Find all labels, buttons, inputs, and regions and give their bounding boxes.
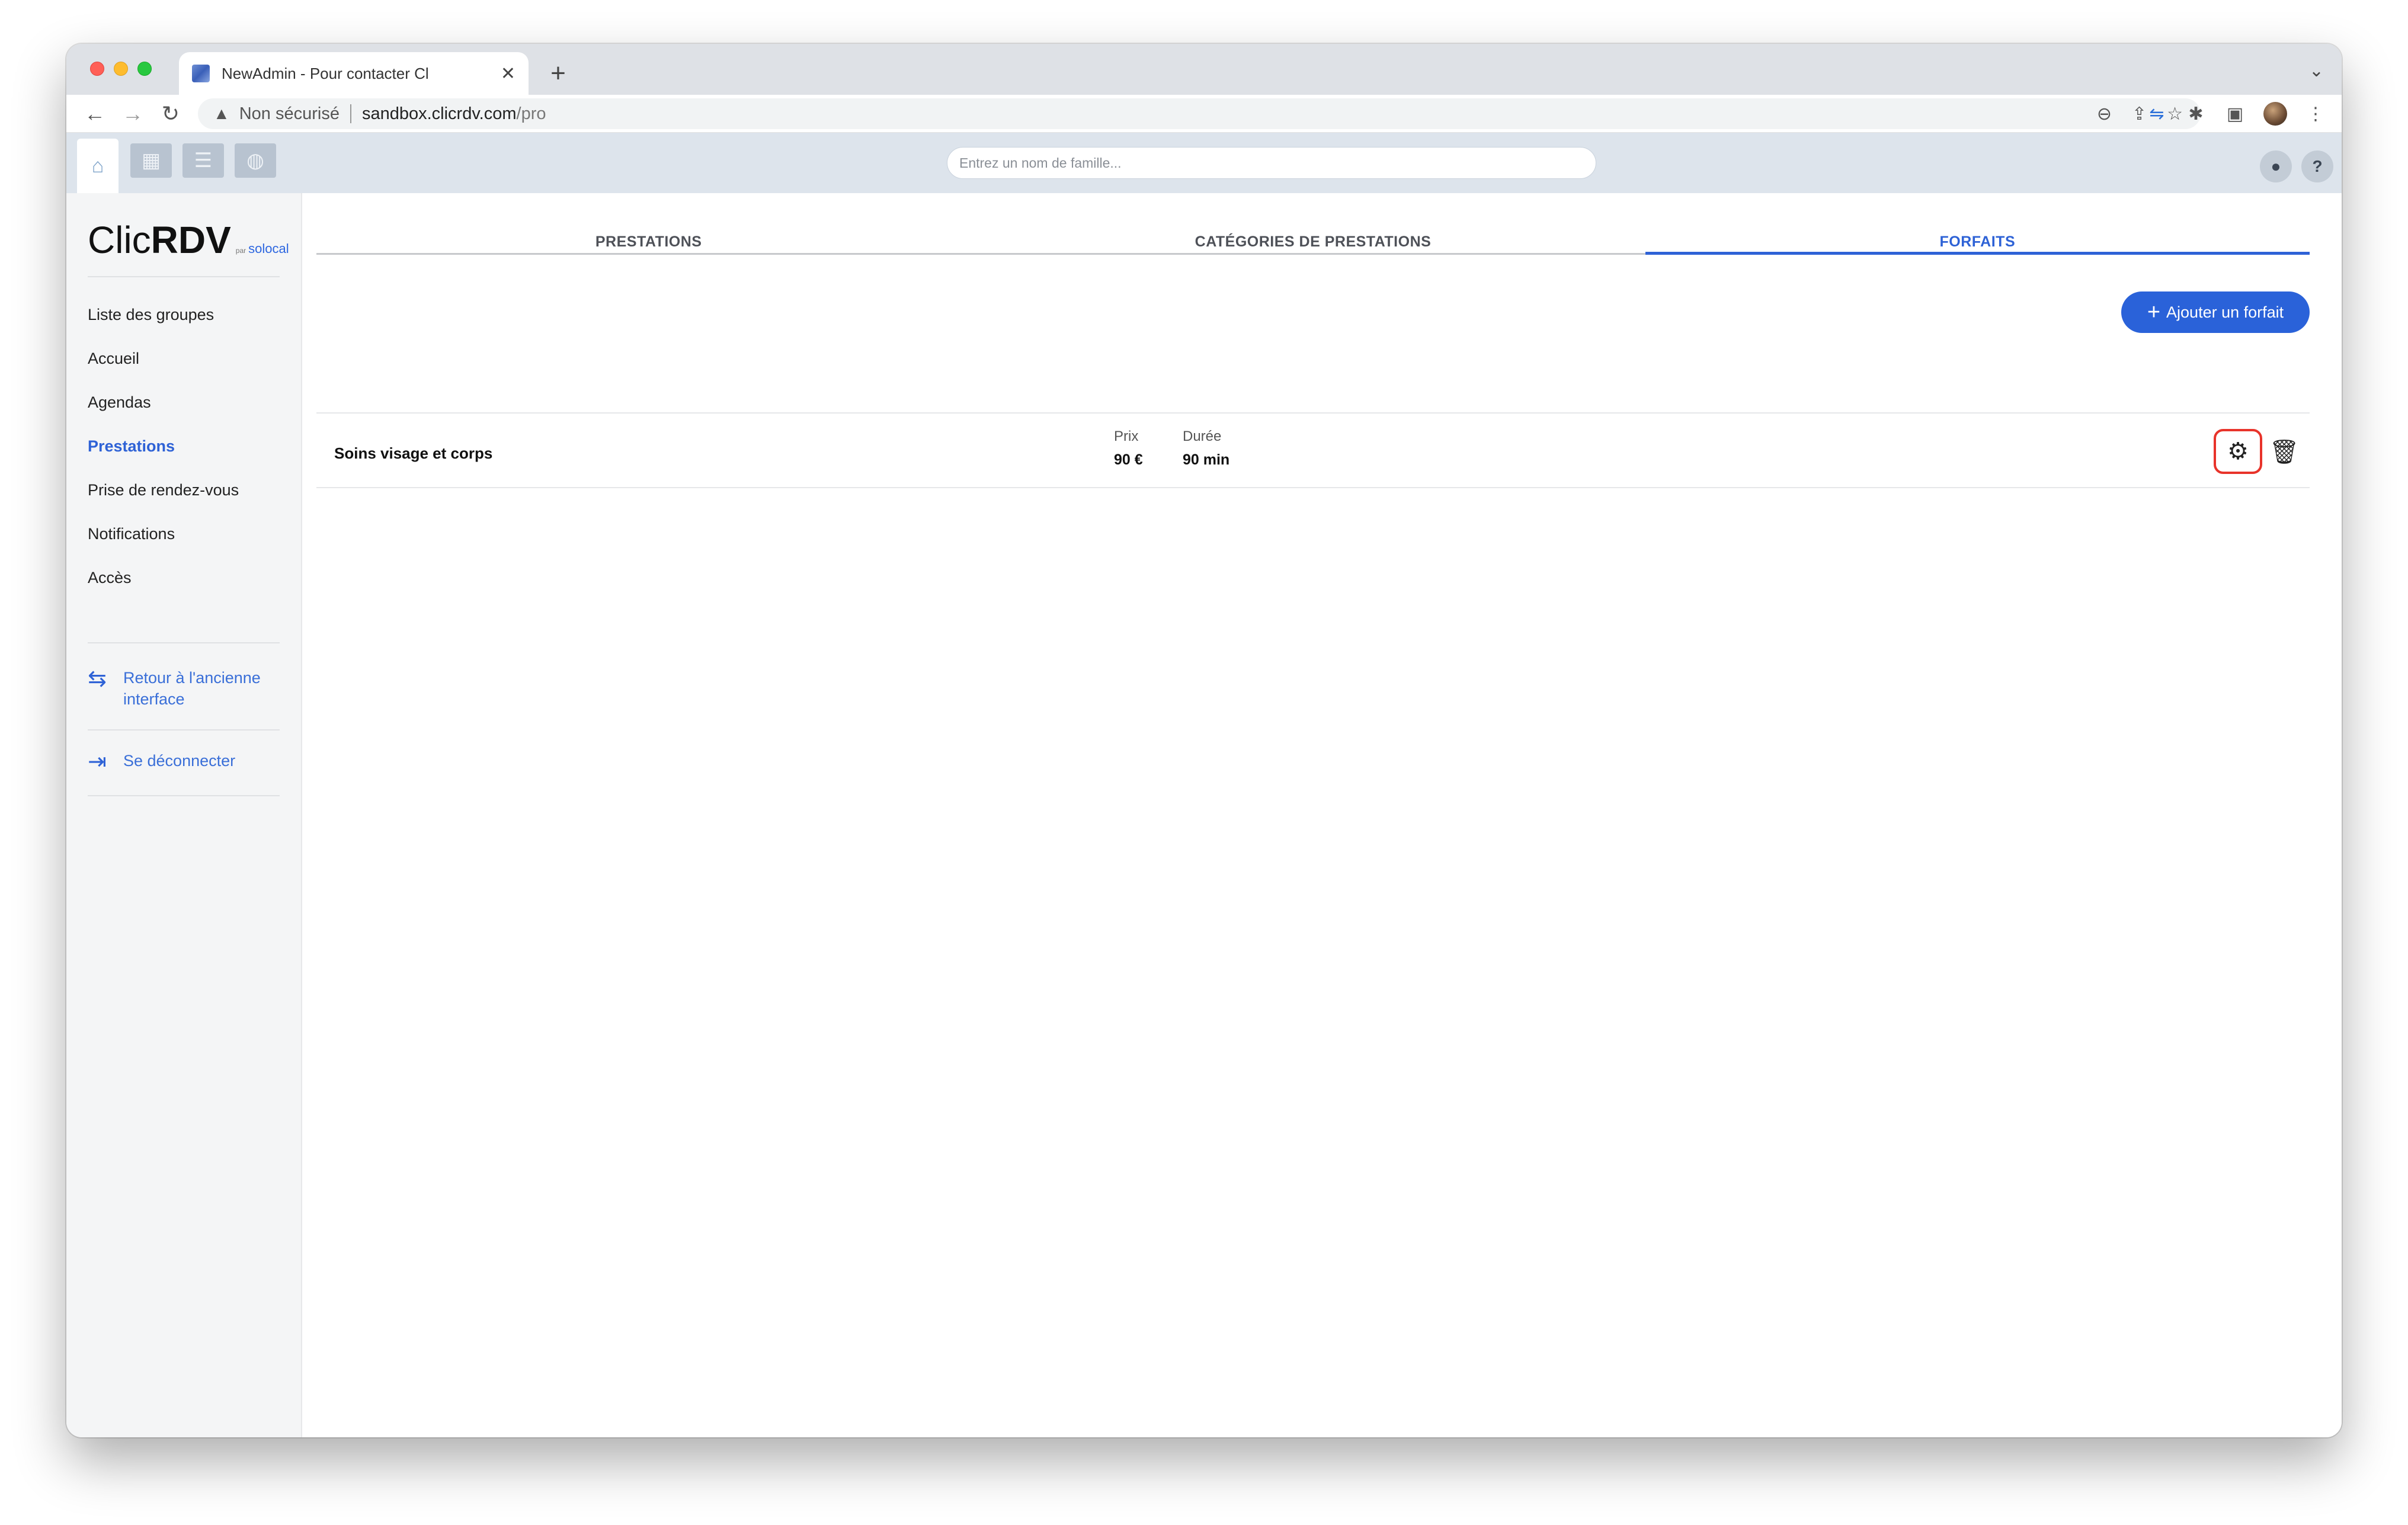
browser-window: NewAdmin - Pour contacter Cl ✕ + ⌄ ← → ↻… bbox=[66, 44, 2342, 1437]
divider bbox=[88, 642, 280, 643]
logo-by: par bbox=[235, 246, 246, 255]
add-package-button[interactable]: + Ajouter un forfait bbox=[2121, 291, 2310, 333]
plus-icon: + bbox=[2147, 300, 2161, 325]
price-column: Prix 90 € bbox=[1114, 427, 1143, 473]
tab-categories[interactable]: CATÉGORIES DE PRESTATIONS bbox=[981, 231, 1645, 253]
list-item: Soins visage et corps Prix 90 € Durée 90… bbox=[316, 412, 2310, 488]
main-content: PRESTATIONS CATÉGORIES DE PRESTATIONS FO… bbox=[302, 193, 2342, 1437]
minimize-window-button[interactable] bbox=[114, 62, 128, 76]
sidebar-item-agendas[interactable]: Agendas bbox=[88, 380, 239, 424]
reload-icon[interactable]: ↻ bbox=[156, 100, 185, 128]
url-path: /pro bbox=[516, 104, 546, 123]
favicon-icon bbox=[192, 65, 210, 82]
clicrdv-logo: Clic RDV par solocal bbox=[88, 218, 289, 262]
browser-tab[interactable]: NewAdmin - Pour contacter Cl ✕ bbox=[179, 52, 529, 95]
new-tab-button[interactable]: + bbox=[540, 52, 576, 95]
divider bbox=[88, 795, 280, 796]
sidebar-item-groups[interactable]: Liste des groupes bbox=[88, 293, 239, 337]
forward-arrow-icon[interactable]: → bbox=[119, 100, 147, 128]
close-window-button[interactable] bbox=[90, 62, 104, 76]
divider bbox=[350, 104, 351, 123]
price-label: Prix bbox=[1114, 428, 1139, 444]
gear-icon[interactable]: ⚙ bbox=[2214, 429, 2262, 474]
duration-column: Durée 90 min bbox=[1183, 427, 1229, 473]
sidebar: Clic RDV par solocal Liste des groupes Accu… bbox=[66, 193, 302, 1437]
app-top-bar: ⌂ ▦ ☰ ◍ ● ? bbox=[66, 133, 2342, 193]
tab-title: NewAdmin - Pour contacter Cl bbox=[222, 64, 429, 82]
swap-arrows-icon: ⇆ bbox=[88, 667, 107, 691]
sidebar-menu: Liste des groupes Accueil Agendas Presta… bbox=[88, 293, 239, 600]
puzzle-icon[interactable]: ✱ bbox=[2185, 104, 2207, 124]
tab-prestations[interactable]: PRESTATIONS bbox=[316, 231, 981, 253]
extension-icons: ⇋ ✱ ▣ ⋮ bbox=[2146, 100, 2326, 128]
sidebar-item-booking[interactable]: Prise de rendez-vous bbox=[88, 468, 239, 512]
family-name-search-input[interactable] bbox=[947, 147, 1596, 179]
globe-icon[interactable]: ◍ bbox=[235, 143, 276, 178]
url-host: sandbox.clicrdv.com bbox=[361, 104, 517, 123]
browser-toolbar: ← → ↻ ▲ Non sécurisé sandbox.clicrdv.com… bbox=[66, 95, 2342, 133]
security-label: Non sécurisé bbox=[239, 104, 340, 123]
old-interface-link[interactable]: ⇆ Retour à l'ancienne interface bbox=[88, 667, 277, 710]
old-interface-label: Retour à l'ancienne interface bbox=[123, 669, 261, 708]
profile-avatar[interactable] bbox=[2263, 102, 2287, 126]
logout-icon: ⇥ bbox=[88, 749, 107, 774]
tab-strip: NewAdmin - Pour contacter Cl ✕ + ⌄ bbox=[66, 44, 2342, 95]
close-icon[interactable]: ✕ bbox=[501, 63, 515, 84]
back-arrow-icon[interactable]: ← bbox=[81, 100, 109, 128]
package-list: Soins visage et corps Prix 90 € Durée 90… bbox=[316, 412, 2310, 488]
duration-label: Durée bbox=[1183, 428, 1222, 444]
user-icon[interactable]: ● bbox=[2260, 150, 2292, 182]
address-bar[interactable]: ▲ Non sécurisé sandbox.clicrdv.com /pro … bbox=[198, 98, 2201, 129]
help-button[interactable]: ? bbox=[2301, 150, 2333, 182]
home-icon[interactable]: ⌂ bbox=[77, 139, 119, 193]
list-icon[interactable]: ☰ bbox=[182, 143, 224, 178]
price-value: 90 € bbox=[1114, 451, 1143, 468]
logout-label: Se déconnecter bbox=[123, 752, 236, 770]
sidebar-item-prestations[interactable]: Prestations bbox=[88, 424, 239, 468]
maximize-window-button[interactable] bbox=[137, 62, 152, 76]
tab-forfaits[interactable]: FORFAITS bbox=[1645, 231, 2310, 255]
add-package-label: Ajouter un forfait bbox=[2166, 303, 2284, 321]
zoom-icon[interactable]: ⊖ bbox=[2097, 104, 2112, 124]
duration-value: 90 min bbox=[1183, 451, 1230, 468]
divider bbox=[88, 729, 280, 731]
logo-text-clic: Clic bbox=[88, 219, 151, 261]
logout-link[interactable]: ⇥ Se déconnecter bbox=[88, 750, 235, 774]
section-tabs: PRESTATIONS CATÉGORIES DE PRESTATIONS FO… bbox=[316, 231, 2310, 255]
share-icon[interactable]: ⇪ bbox=[2132, 104, 2147, 124]
package-name: Soins visage et corps bbox=[334, 444, 493, 462]
sidebar-item-home[interactable]: Accueil bbox=[88, 337, 239, 380]
logo-text-rdv: RDV bbox=[150, 219, 231, 261]
chevron-down-icon[interactable]: ⌄ bbox=[2309, 60, 2324, 81]
trash-icon[interactable]: 🗑 bbox=[2269, 429, 2300, 474]
logo-brand: solocal bbox=[248, 241, 289, 256]
sync-extension-icon[interactable]: ⇋ bbox=[2146, 104, 2167, 124]
warning-icon: ▲ bbox=[213, 104, 230, 123]
calendar-icon[interactable]: ▦ bbox=[130, 143, 172, 178]
sidebar-item-notifications[interactable]: Notifications bbox=[88, 512, 239, 556]
more-vertical-icon[interactable]: ⋮ bbox=[2305, 104, 2326, 124]
sidebar-item-access[interactable]: Accès bbox=[88, 556, 239, 600]
divider bbox=[88, 276, 280, 277]
sidepanel-icon[interactable]: ▣ bbox=[2224, 104, 2246, 124]
